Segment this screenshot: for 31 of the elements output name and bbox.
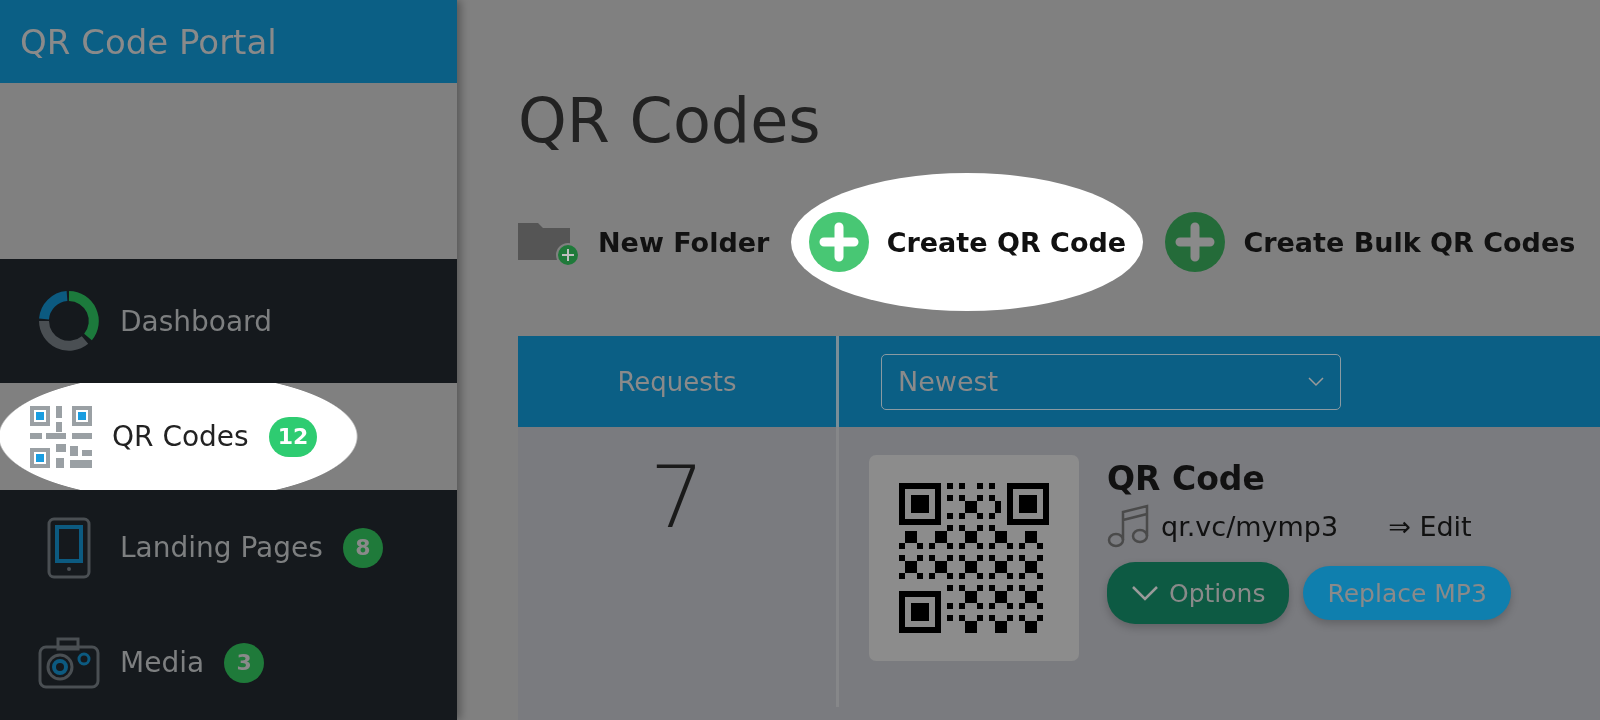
toolbar-button[interactable]: Create Bulk QR Codes	[1165, 212, 1576, 273]
count-badge: 8	[342, 527, 383, 568]
nav-item[interactable]: Landing Pages 8	[0, 490, 457, 605]
column-header: Requests	[518, 336, 839, 428]
qr-code-icon	[30, 405, 92, 468]
nav-label: Landing Pages	[120, 531, 323, 564]
plus-circle-icon	[1165, 212, 1226, 273]
toolbar-button[interactable]: Create QR Code	[791, 173, 1144, 312]
nav-label: Dashboard	[120, 304, 272, 338]
toolbar-button[interactable]: New Folder	[518, 217, 770, 268]
donut-chart-icon	[38, 290, 100, 352]
nav-item[interactable]: QR Codes 12	[0, 383, 457, 490]
tablet-icon	[47, 516, 91, 579]
short-url-link[interactable]: qr.vc/mymp3	[1161, 510, 1339, 542]
page-title: QR Codes	[518, 84, 822, 159]
qr-name: QR Code	[1107, 459, 1266, 499]
chevron-down-icon	[1308, 376, 1324, 387]
app-title: QR Code Portal	[20, 21, 277, 62]
chevron-down-icon	[1131, 585, 1159, 602]
music-note-icon	[1107, 504, 1151, 549]
nav-item[interactable]: Media 3	[0, 605, 457, 720]
nav-label: Media	[120, 646, 205, 679]
nav-item[interactable]: Dashboard	[0, 259, 457, 383]
request-count: 7	[518, 427, 839, 708]
options-button[interactable]: Options	[1107, 562, 1290, 625]
count-badge: 12	[268, 416, 318, 457]
plus-circle-icon	[808, 212, 869, 273]
camera-icon	[38, 636, 100, 689]
edit-link[interactable]: ⇒ Edit	[1388, 510, 1472, 542]
nav-label: QR Codes	[112, 420, 249, 453]
count-badge: 3	[224, 642, 265, 683]
